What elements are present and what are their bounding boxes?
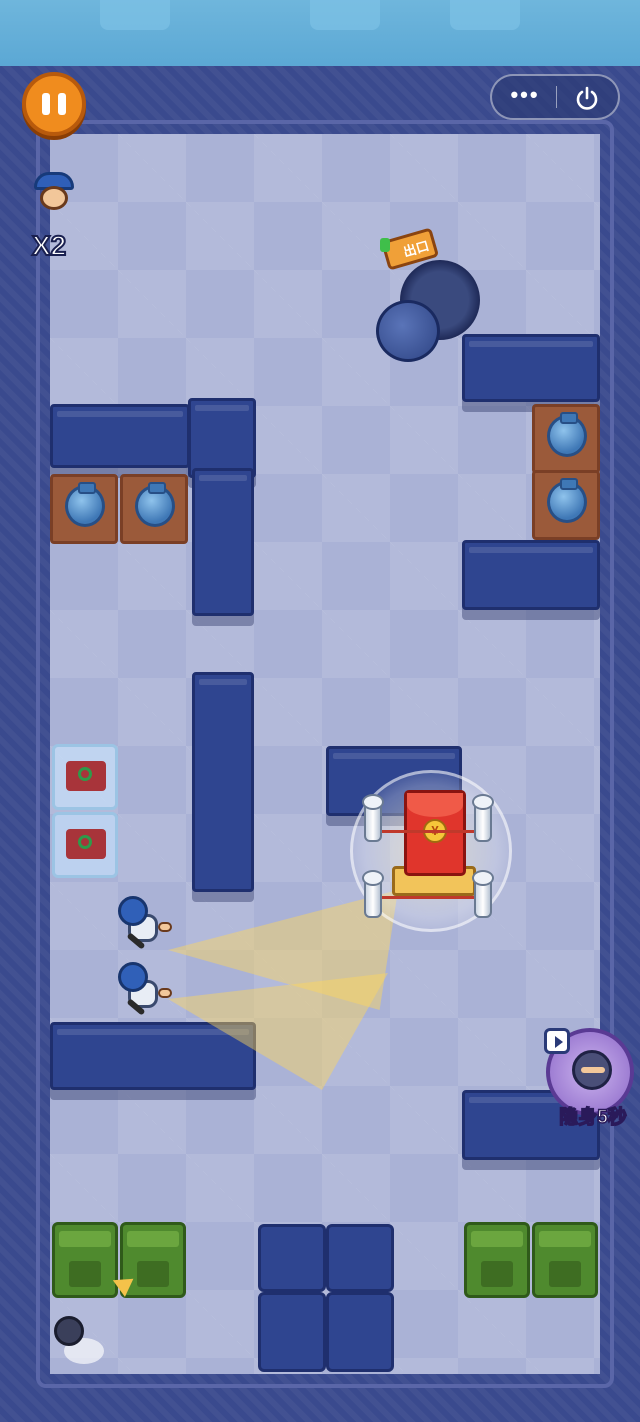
vase-display [532, 404, 600, 474]
vase-icon [65, 482, 105, 527]
wall-block [326, 1292, 394, 1372]
background-tile [100, 0, 170, 30]
wall [50, 404, 190, 468]
invisibility-skill-label: 隐身5秒 [558, 1106, 627, 1129]
vase-display [532, 470, 600, 540]
trash-bin [120, 1222, 186, 1298]
guard-head [118, 962, 148, 992]
exit-lid [376, 300, 440, 362]
wall [462, 540, 600, 610]
police-head-icon [30, 172, 78, 212]
wall [462, 334, 600, 402]
barrier-post [362, 794, 384, 842]
power-icon[interactable] [574, 85, 600, 111]
background-tile [310, 0, 380, 30]
pause-icon [58, 93, 66, 115]
thief-icon[interactable] [50, 1310, 106, 1370]
guard-head [118, 896, 148, 926]
pause-icon [42, 93, 50, 115]
floor-border [36, 120, 614, 1388]
mini-program-capsule: ••• [490, 74, 620, 120]
background-tile [450, 0, 520, 30]
capsule-divider [556, 86, 557, 108]
guard-icon [118, 962, 172, 1020]
vase-icon [547, 478, 587, 523]
vase-icon [547, 412, 587, 457]
thief-head [54, 1316, 84, 1346]
guard-arm [158, 988, 172, 998]
exhibit-item [66, 761, 106, 791]
wall-block [326, 1224, 394, 1292]
trash-bin [52, 1222, 118, 1298]
pause-button[interactable] [22, 72, 86, 136]
guard-arm [158, 922, 172, 932]
trash-bin [464, 1222, 530, 1298]
wall-block [258, 1292, 326, 1372]
trash-bin [532, 1222, 598, 1298]
guard-icon [118, 896, 172, 954]
thief-icon [572, 1050, 612, 1090]
more-button[interactable]: ••• [510, 84, 540, 108]
lives-count: X2 [31, 229, 67, 262]
vase-display [120, 474, 188, 544]
barrier-post [472, 794, 494, 842]
vase-icon [135, 482, 175, 527]
video-icon [544, 1028, 570, 1054]
barrier-rope [372, 830, 484, 833]
wall [192, 672, 254, 892]
exhibit-item [66, 829, 106, 859]
red-envelope-icon[interactable]: ¥ [404, 790, 466, 876]
exit-runner-icon [380, 238, 390, 252]
glass-display-case [52, 744, 118, 810]
lives-indicator: X2 [30, 172, 78, 262]
barrier-post [472, 870, 494, 918]
wall [192, 468, 254, 616]
wall [188, 398, 256, 478]
wall-block [258, 1224, 326, 1292]
exit-sign-text: 出口 [401, 237, 431, 260]
barrier-rope [372, 896, 484, 899]
glass-display-case [52, 812, 118, 878]
vase-display [50, 474, 118, 544]
background-top-strip [0, 0, 640, 70]
police-face [40, 186, 68, 210]
barrier-post [362, 870, 384, 918]
